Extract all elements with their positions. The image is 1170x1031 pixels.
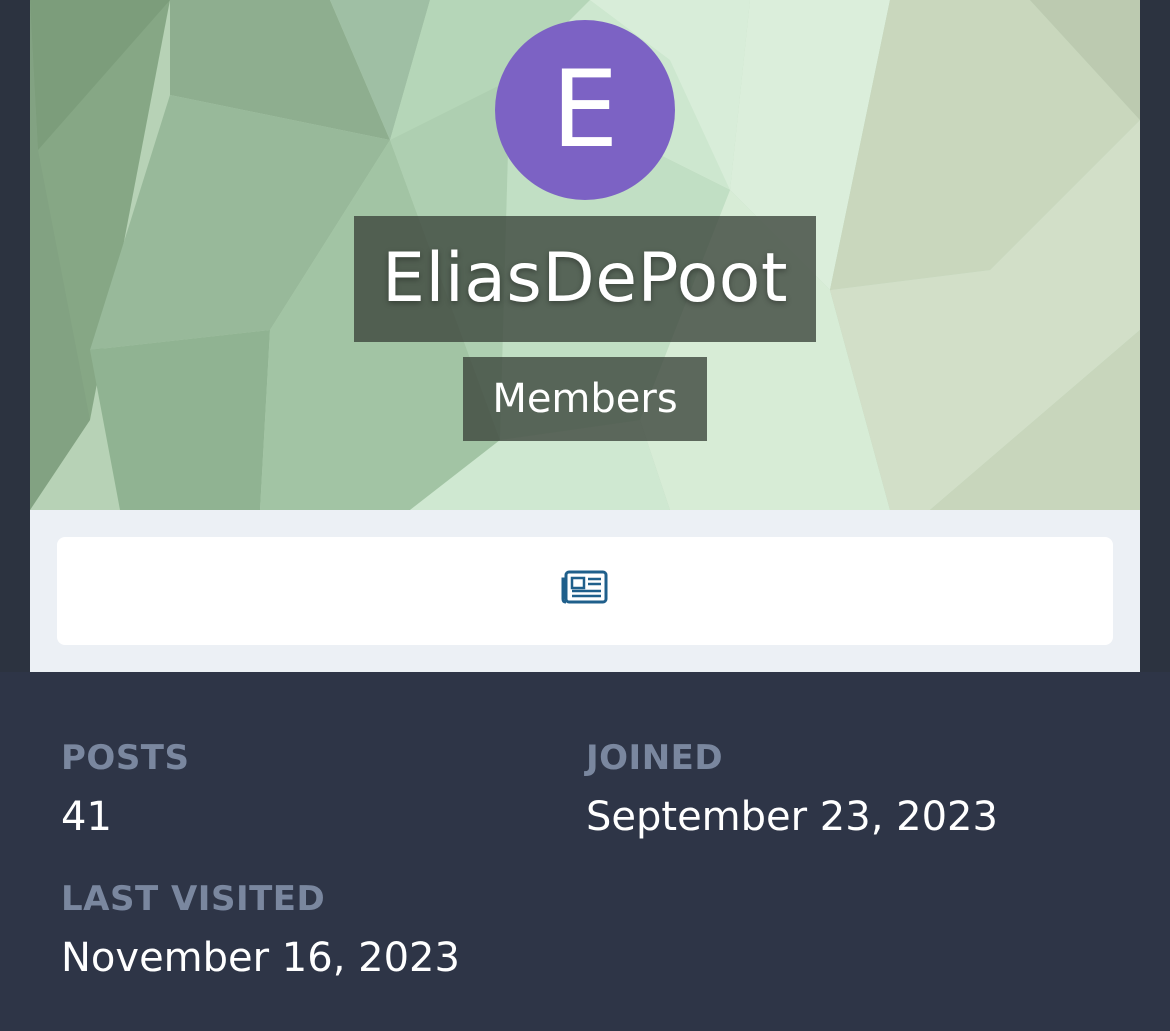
posts-value: 41 — [61, 794, 112, 840]
avatar[interactable]: E — [495, 20, 675, 200]
joined-value: September 23, 2023 — [586, 794, 998, 840]
username-heading: EliasDePoot — [354, 216, 816, 342]
profile-page: E EliasDePoot Members POSTS 41 JOINED Se… — [0, 0, 1170, 1031]
right-gutter — [1140, 0, 1170, 672]
profile-stats: POSTS 41 JOINED September 23, 2023 LAST … — [0, 672, 1170, 1031]
last-visited-value: November 16, 2023 — [61, 935, 460, 981]
profile-tab-area — [30, 510, 1140, 672]
newspaper-icon[interactable] — [561, 569, 609, 605]
posts-label: POSTS — [61, 738, 190, 778]
profile-cover: E EliasDePoot Members — [30, 0, 1140, 510]
posts-stat: POSTS 41 — [61, 738, 190, 842]
last-visited-stat: LAST VISITED November 16, 2023 — [61, 879, 460, 983]
user-group-badge: Members — [463, 357, 707, 441]
last-visited-label: LAST VISITED — [61, 879, 326, 919]
profile-tab-bar — [57, 537, 1113, 645]
joined-label: JOINED — [586, 738, 724, 778]
joined-stat: JOINED September 23, 2023 — [586, 738, 998, 842]
left-gutter — [0, 0, 30, 672]
